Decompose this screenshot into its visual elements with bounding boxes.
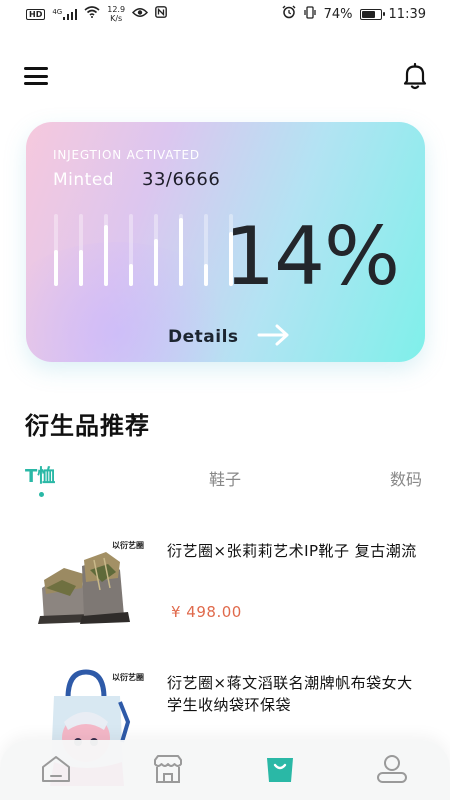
tab-tshirt[interactable]: T恤 — [25, 462, 55, 488]
product-brand: 以衍艺圈 — [112, 541, 144, 550]
eye-icon — [132, 7, 149, 22]
status-left: HD 4G 12.9 K/s — [26, 5, 167, 23]
product-price: ¥ 498.00 — [171, 603, 242, 621]
activation-percent: 14% — [224, 210, 400, 303]
section-title: 衍生品推荐 — [25, 412, 150, 440]
network-speed: 12.9 K/s — [107, 5, 125, 23]
level-bar — [104, 214, 108, 286]
level-bar-fill — [179, 218, 183, 286]
product-title: 衍艺圈×蒋文滔联名潮牌帆布袋女大学生收纳袋环保袋 — [167, 674, 413, 714]
signal-icon: 4G — [52, 7, 78, 20]
level-bar — [179, 214, 183, 286]
battery-percent: 74% — [323, 6, 353, 22]
wifi-icon — [84, 6, 100, 22]
active-tab-indicator — [39, 492, 44, 497]
home-icon[interactable] — [40, 754, 72, 784]
level-bar — [79, 214, 83, 286]
category-tabs: T恤 鞋子 数码 — [0, 462, 450, 502]
hd-badge: HD — [26, 8, 46, 20]
product-item[interactable]: 以衍艺圈 衍艺圈×张莉莉艺术IP靴子 复古潮流 ¥ 498.00 — [24, 530, 428, 660]
product-brand: 以衍艺圈 — [112, 673, 144, 682]
hamburger-menu-icon[interactable] — [24, 66, 48, 86]
vibrate-icon — [303, 5, 317, 23]
level-bar — [54, 214, 58, 286]
minted-label: Minted — [53, 170, 115, 190]
activation-card: INJEGTION ACTIVATED Minted 33/6666 14% D… — [26, 122, 425, 362]
level-bar-fill — [154, 239, 158, 286]
level-bar-fill — [204, 264, 208, 286]
speed-unit: K/s — [110, 14, 123, 23]
bottom-nav — [0, 740, 450, 800]
battery-icon — [359, 8, 385, 20]
details-button[interactable]: Details — [168, 324, 291, 350]
level-bar — [154, 214, 158, 286]
network-type: 4G — [52, 7, 63, 16]
alarm-icon — [282, 5, 296, 23]
product-image-boots: 以衍艺圈 — [24, 530, 148, 654]
bell-icon[interactable] — [402, 62, 428, 90]
progress-bars — [54, 214, 244, 286]
level-bar — [129, 214, 133, 286]
status-right: 74% 11:39 — [282, 5, 426, 23]
clock: 11:39 — [388, 6, 426, 22]
level-bar-fill — [79, 250, 83, 286]
minted-value: 33/6666 — [142, 169, 221, 190]
level-bar — [204, 214, 208, 286]
speed-value: 12.9 — [107, 5, 126, 14]
tab-shoes[interactable]: 鞋子 — [209, 466, 241, 490]
level-bar-fill — [129, 264, 133, 286]
tab-digital[interactable]: 数码 — [390, 466, 422, 490]
level-bar-fill — [104, 225, 108, 286]
status-bar: HD 4G 12.9 K/s 74% 11:39 — [0, 0, 450, 28]
profile-icon[interactable] — [376, 754, 408, 784]
shopping-bag-icon[interactable] — [264, 754, 296, 784]
card-label: INJEGTION ACTIVATED — [53, 148, 200, 162]
store-icon[interactable] — [152, 754, 184, 784]
level-bar-fill — [54, 250, 58, 286]
product-title: 衍艺圈×张莉莉艺术IP靴子 复古潮流 — [167, 542, 417, 560]
details-label: Details — [168, 327, 239, 347]
nfc-icon — [155, 6, 167, 22]
arrow-right-icon — [257, 324, 291, 350]
